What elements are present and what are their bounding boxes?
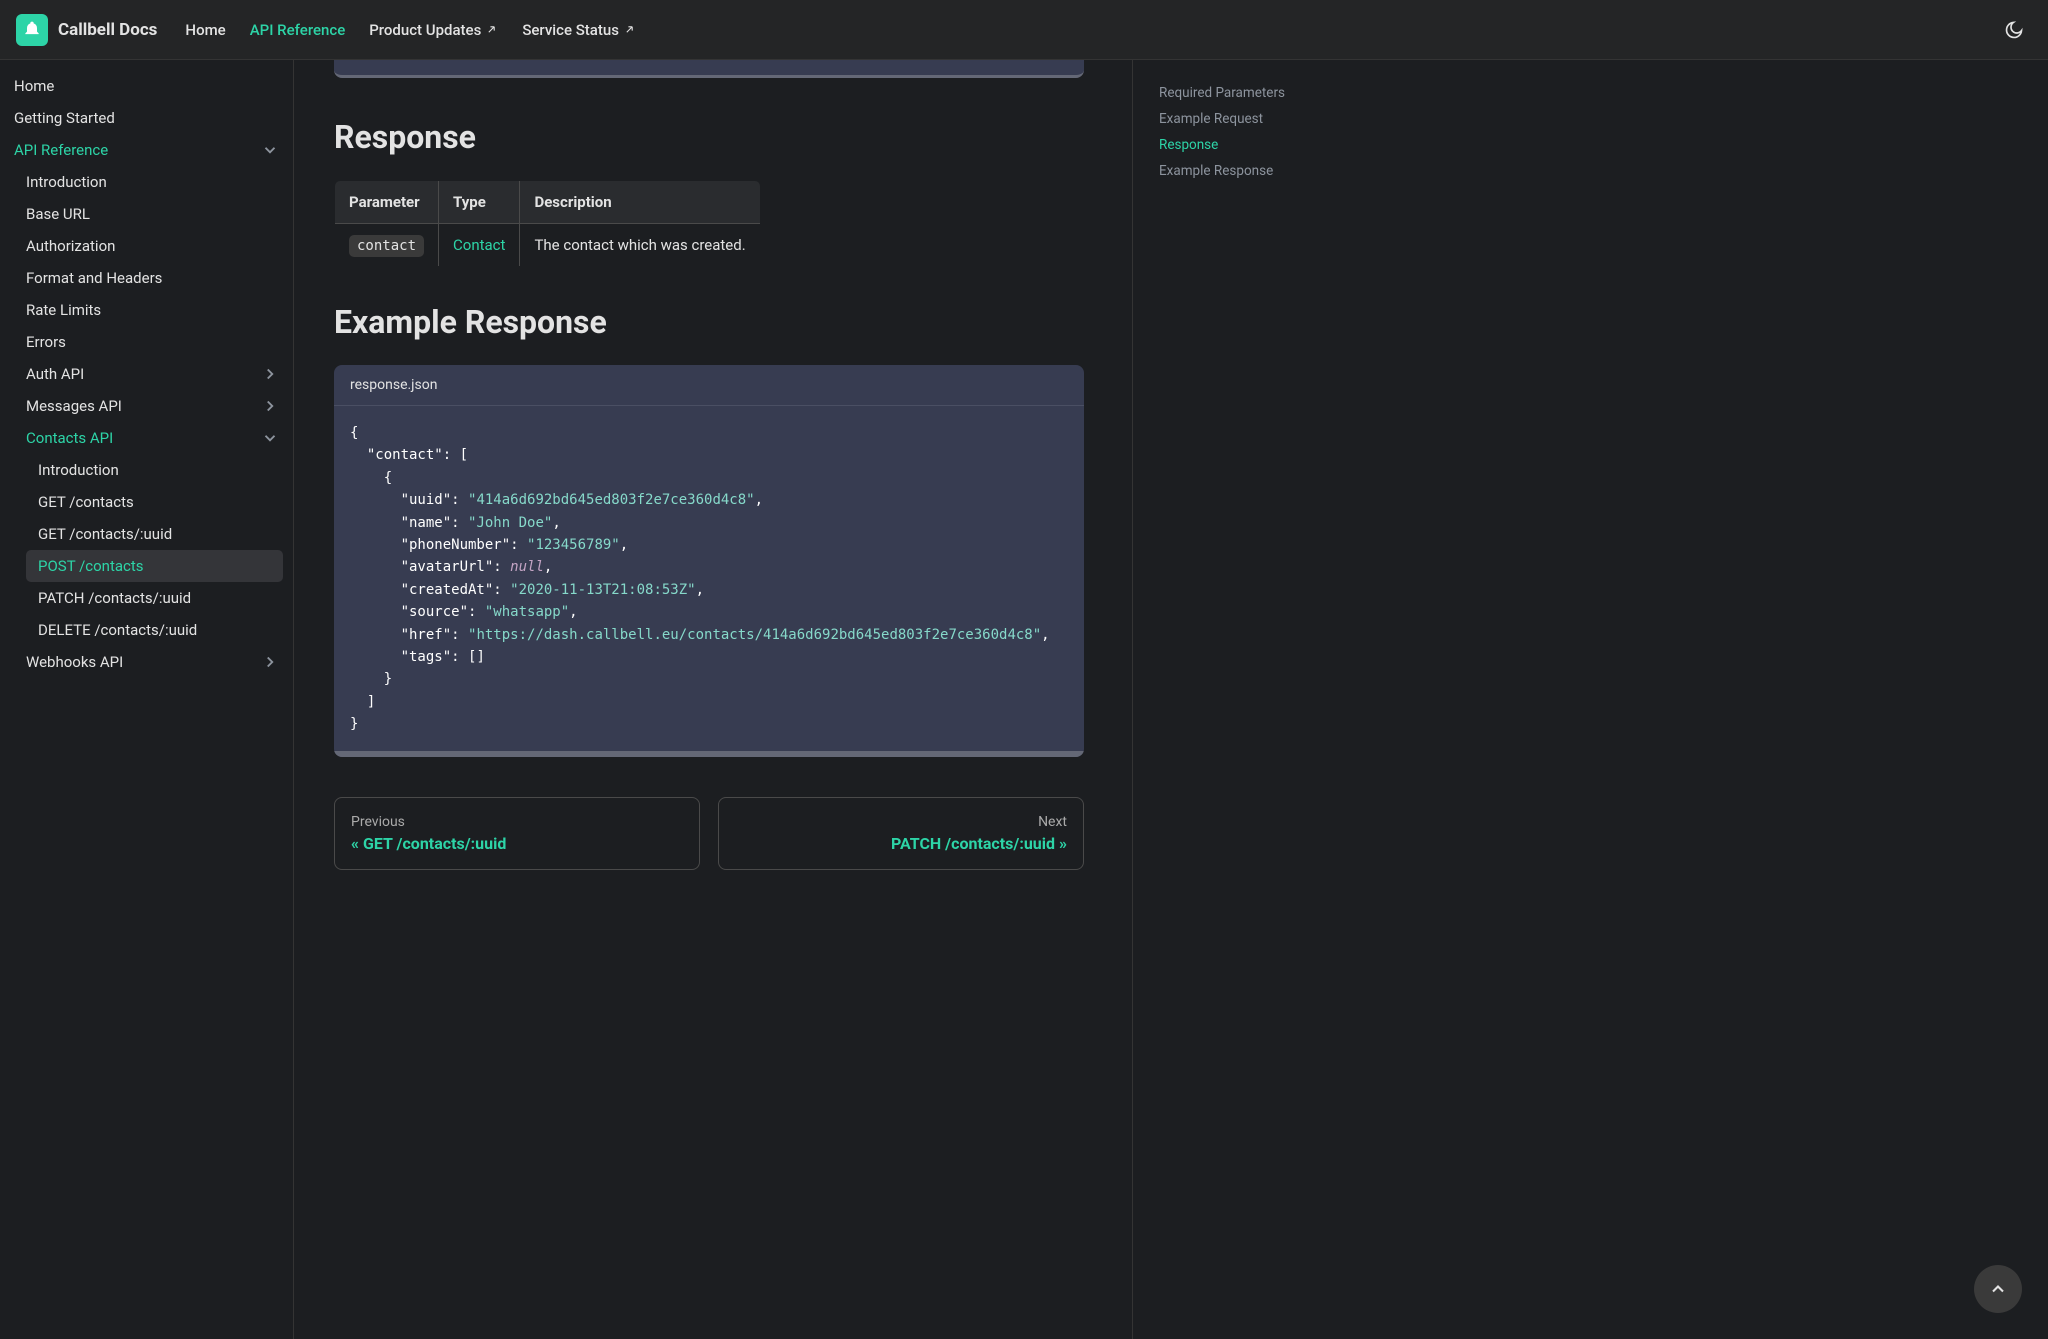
nav-api-reference[interactable]: API Reference	[250, 21, 346, 39]
nav-service-status[interactable]: Service Status	[522, 21, 636, 39]
response-table: Parameter Type Description contact Conta…	[334, 180, 761, 267]
toc-example-response[interactable]: Example Response	[1145, 158, 1360, 184]
sidebar-authorization[interactable]: Authorization	[0, 230, 293, 262]
main-content: Response Parameter Type Description cont…	[294, 60, 1124, 1339]
sidebar-introduction[interactable]: Introduction	[0, 166, 293, 198]
next-title: PATCH /contacts/:uuid »	[735, 834, 1067, 853]
prev-title: « GET /contacts/:uuid	[351, 834, 683, 853]
td-type: Contact	[439, 224, 520, 267]
sidebar-get-contacts-uuid[interactable]: GET /contacts/:uuid	[0, 518, 293, 550]
response-heading: Response	[334, 118, 1084, 156]
code-source: "whatsapp"	[485, 604, 569, 620]
sidebar-auth-api-label: Auth API	[26, 365, 84, 383]
sidebar-contacts-api[interactable]: Contacts API	[0, 422, 293, 454]
param-chip: contact	[349, 235, 424, 257]
th-parameter: Parameter	[335, 181, 439, 224]
sidebar-webhooks-api-label: Webhooks API	[26, 653, 123, 671]
sidebar-delete-contacts[interactable]: DELETE /contacts/:uuid	[0, 614, 293, 646]
chevron-up-icon	[1988, 1279, 2008, 1299]
sidebar-getting-started[interactable]: Getting Started	[0, 102, 293, 134]
example-response-heading: Example Response	[334, 303, 1084, 341]
code-created-at: "2020-11-13T21:08:53Z"	[510, 582, 695, 598]
code-block: response.json { "contact": [ { "uuid": "…	[334, 365, 1084, 757]
sidebar-messages-api[interactable]: Messages API	[0, 390, 293, 422]
sidebar-post-contacts[interactable]: POST /contacts	[26, 550, 283, 582]
table-row: contact Contact The contact which was cr…	[335, 224, 761, 267]
sidebar-format-headers[interactable]: Format and Headers	[0, 262, 293, 294]
brand-title[interactable]: Callbell Docs	[58, 20, 157, 40]
pagination-nav: Previous « GET /contacts/:uuid Next PATC…	[334, 797, 1084, 870]
next-label: Next	[735, 814, 1067, 830]
code-avatar: null	[510, 559, 544, 575]
sidebar-contacts-api-label: Contacts API	[26, 429, 113, 447]
scroll-to-top-button[interactable]	[1974, 1265, 2022, 1313]
th-type: Type	[439, 181, 520, 224]
sidebar-auth-api[interactable]: Auth API	[0, 358, 293, 390]
brand-logo[interactable]	[16, 14, 48, 46]
chevron-right-icon	[261, 365, 279, 383]
theme-toggle[interactable]	[1996, 12, 2032, 48]
sidebar-home[interactable]: Home	[0, 70, 293, 102]
next-page-card[interactable]: Next PATCH /contacts/:uuid »	[718, 797, 1084, 870]
external-link-icon	[623, 23, 636, 36]
toc-response[interactable]: Response	[1145, 132, 1360, 158]
nav-product-updates-label: Product Updates	[369, 21, 481, 39]
sidebar-api-reference-label: API Reference	[14, 141, 108, 159]
chevron-right-icon	[261, 653, 279, 671]
sidebar-api-reference[interactable]: API Reference	[0, 134, 293, 166]
code-name: "John Doe"	[468, 515, 552, 531]
chevron-down-icon	[261, 141, 279, 159]
code-phone: "123456789"	[527, 537, 620, 553]
chevron-down-icon	[261, 429, 279, 447]
code-footer	[334, 751, 1084, 757]
external-link-icon	[485, 23, 498, 36]
code-uuid: "414a6d692bd645ed803f2e7ce360d4c8"	[468, 492, 755, 508]
code-block-bottom-edge	[334, 60, 1084, 78]
code-href: "https://dash.callbell.eu/contacts/414a6…	[468, 627, 1041, 643]
sidebar-contacts-introduction[interactable]: Introduction	[0, 454, 293, 486]
navbar: Callbell Docs Home API Reference Product…	[0, 0, 2048, 60]
nav-links: Home API Reference Product Updates Servi…	[185, 21, 1996, 39]
nav-home[interactable]: Home	[185, 21, 225, 39]
nav-product-updates[interactable]: Product Updates	[369, 21, 498, 39]
nav-service-status-label: Service Status	[522, 21, 619, 39]
type-link[interactable]: Contact	[453, 236, 505, 254]
td-parameter: contact	[335, 224, 439, 267]
code-filename: response.json	[334, 365, 1084, 406]
sidebar-base-url[interactable]: Base URL	[0, 198, 293, 230]
chevron-right-icon	[261, 397, 279, 415]
table-of-contents: Required Parameters Example Request Resp…	[1132, 60, 1372, 1339]
sidebar-rate-limits[interactable]: Rate Limits	[0, 294, 293, 326]
code-body: { "contact": [ { "uuid": "414a6d692bd645…	[334, 406, 1084, 751]
moon-icon	[2004, 20, 2024, 40]
bell-icon	[22, 20, 42, 40]
sidebar-get-contacts[interactable]: GET /contacts	[0, 486, 293, 518]
prev-label: Previous	[351, 814, 683, 830]
sidebar-errors[interactable]: Errors	[0, 326, 293, 358]
toc-required-parameters[interactable]: Required Parameters	[1145, 80, 1360, 106]
sidebar: Home Getting Started API Reference Intro…	[0, 60, 294, 1339]
sidebar-patch-contacts[interactable]: PATCH /contacts/:uuid	[0, 582, 293, 614]
toc-example-request[interactable]: Example Request	[1145, 106, 1360, 132]
th-description: Description	[520, 181, 760, 224]
prev-page-card[interactable]: Previous « GET /contacts/:uuid	[334, 797, 700, 870]
sidebar-messages-api-label: Messages API	[26, 397, 122, 415]
sidebar-webhooks-api[interactable]: Webhooks API	[0, 646, 293, 678]
td-description: The contact which was created.	[520, 224, 760, 267]
